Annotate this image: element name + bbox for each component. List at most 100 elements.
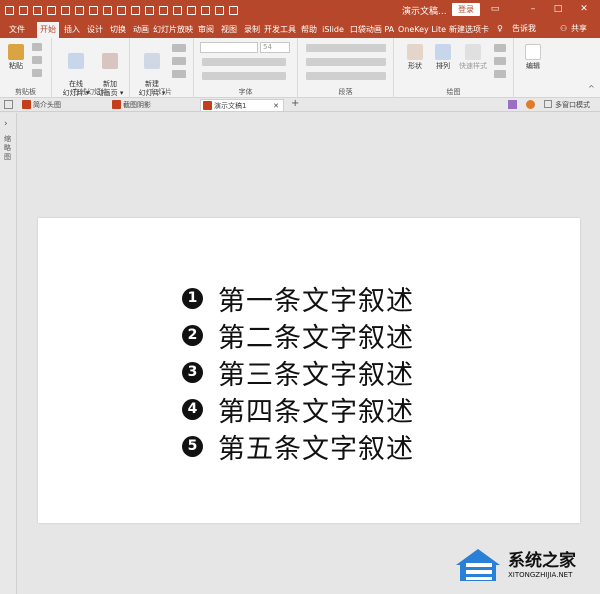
list-buttons[interactable] [306, 44, 386, 52]
share-button[interactable]: 共享 [571, 23, 587, 35]
font-color-buttons[interactable] [202, 72, 286, 80]
tell-me-search[interactable]: 告诉我 [512, 23, 536, 35]
crown-icon[interactable] [201, 5, 210, 15]
login-button[interactable]: 登录 [452, 3, 480, 16]
drawing-group: 形状 排列 快速样式 绘图 [394, 38, 514, 98]
ribbon-tabs: 文件 开始 插入 设计 切换 动画 幻灯片放映 审阅 视图 录制 开发工具 帮助… [0, 20, 600, 38]
add-tab-button[interactable]: + [291, 98, 299, 109]
editing-button[interactable]: 编辑 [520, 44, 546, 71]
shape-circle-icon[interactable] [159, 5, 168, 15]
alignment-buttons[interactable] [306, 58, 386, 66]
format-painter-icon[interactable] [32, 69, 42, 77]
title-bar: 演示文稿... 登录 ▭ – □ ✕ [0, 0, 600, 20]
maximize-button[interactable]: □ [552, 4, 564, 15]
align-icon[interactable] [145, 5, 154, 15]
save-icon[interactable] [5, 5, 14, 15]
reset-icon[interactable] [172, 57, 186, 65]
tab-record[interactable]: 录制 [242, 22, 262, 38]
customize-quick-access-icon[interactable] [229, 5, 238, 15]
new-slide-icon [144, 53, 160, 69]
cut-icon[interactable] [32, 43, 42, 51]
grid-icon[interactable] [187, 5, 196, 15]
number-badge: 2 [182, 324, 203, 346]
tab-transitions[interactable]: 切换 [108, 22, 128, 38]
arrange-button[interactable]: 排列 [430, 44, 456, 71]
new-document-icon[interactable] [4, 100, 13, 109]
document-title: 演示文稿... [402, 7, 447, 17]
table-icon[interactable] [103, 5, 112, 15]
tab-islide[interactable]: iSlide [321, 22, 345, 38]
layout-icon[interactable] [172, 44, 186, 52]
paste-icon[interactable] [215, 5, 224, 15]
paste-button[interactable]: 粘贴 [6, 44, 26, 71]
font-family-select[interactable] [200, 42, 258, 53]
window-icon [544, 100, 552, 108]
start-slideshow-icon[interactable] [47, 5, 56, 15]
quick-styles-button[interactable]: 快速样式 [456, 44, 490, 71]
undo-icon[interactable] [19, 5, 28, 15]
font-style-buttons[interactable] [202, 58, 286, 66]
list-item-text: 第四条文字叙述 [218, 396, 414, 428]
multi-window-mode-button[interactable]: 多窗口模式 [555, 99, 590, 111]
thumbnail-pane-label: 缩略图 [4, 135, 11, 161]
doc-tab-intro-header[interactable]: 简介头图 [20, 99, 106, 111]
tab-insert[interactable]: 插入 [62, 22, 82, 38]
format-painter-icon[interactable] [131, 5, 140, 15]
slides-group: 新建 幻灯片 ▾ 幻灯片 [130, 38, 194, 98]
number-badge: 5 [182, 435, 203, 457]
tab-home[interactable]: 开始 [37, 22, 59, 38]
settings-icon[interactable] [526, 100, 535, 109]
section-icon[interactable] [172, 70, 186, 78]
find-icon [525, 44, 541, 60]
shape-effects-icon[interactable] [494, 70, 506, 78]
tab-review[interactable]: 审阅 [196, 22, 216, 38]
font-size-select[interactable]: 54 [260, 42, 290, 53]
doc-tab-screenshot-shadow[interactable]: 截图阴影 [110, 99, 196, 111]
tab-new-tab[interactable]: 新建选项卡 [449, 22, 489, 38]
picture-icon[interactable] [117, 5, 126, 15]
paragraph-group: 段落 [298, 38, 394, 98]
watermark-url: XITONGZHIJIA.NET [508, 571, 573, 579]
plugin-icon[interactable] [508, 100, 517, 109]
font-group: 54 字体 [194, 38, 298, 98]
close-tab-icon[interactable]: ✕ [273, 100, 279, 112]
expand-thumbnails-icon[interactable]: › [4, 119, 8, 129]
ribbon-display-options-icon[interactable]: ▭ [489, 4, 501, 15]
online-slides-group: 在线 幻灯片 ▾ 新加 动画页 ▾ 在线幻灯片 [52, 38, 130, 98]
tab-pocket-animation[interactable]: 口袋动画 PA [349, 22, 395, 38]
tab-slideshow[interactable]: 幻灯片放映 [153, 22, 193, 38]
powerpoint-icon [112, 100, 121, 109]
shape-button[interactable]: 形状 [402, 44, 428, 71]
new-file-icon[interactable] [61, 5, 70, 15]
shape-fill-icon[interactable] [494, 44, 506, 52]
redo-icon[interactable] [33, 5, 42, 15]
quick-styles-icon [465, 44, 481, 60]
paragraph-group-label: 段落 [338, 88, 353, 96]
list-item-text: 第二条文字叙述 [218, 322, 414, 354]
doc-tab-presentation1[interactable]: 演示文稿1 ✕ [200, 99, 284, 111]
close-button[interactable]: ✕ [578, 4, 590, 15]
tab-developer[interactable]: 开发工具 [263, 22, 297, 38]
minimize-button[interactable]: – [527, 4, 539, 15]
share-icon[interactable]: ⚇ [560, 23, 567, 35]
online-slides-group-label: 在线幻灯片 [73, 88, 108, 96]
tab-onekey-lite[interactable]: OneKey Lite [398, 22, 446, 38]
tab-file[interactable]: 文件 [4, 22, 30, 38]
text-direction-buttons[interactable] [306, 72, 386, 80]
slide-canvas[interactable]: 1 第一条文字叙述 2 第二条文字叙述 3 第三条文字叙述 4 第四条文字叙述 … [38, 218, 580, 523]
tab-animations[interactable]: 动画 [131, 22, 151, 38]
powerpoint-icon [22, 100, 31, 109]
open-file-icon[interactable] [75, 5, 84, 15]
collapse-ribbon-icon[interactable]: ^ [588, 84, 595, 93]
number-badge: 1 [182, 287, 203, 309]
list-item-text: 第一条文字叙述 [218, 285, 414, 317]
tab-help[interactable]: 帮助 [299, 22, 319, 38]
watermark-logo-icon [456, 549, 500, 581]
ribbon: 粘贴 剪贴板 在线 幻灯片 ▾ 新加 动画页 ▾ 在线幻灯片 新建 幻灯片 ▾ … [0, 38, 600, 98]
print-icon[interactable] [89, 5, 98, 15]
tab-design[interactable]: 设计 [85, 22, 105, 38]
copy-icon[interactable] [173, 5, 182, 15]
shape-outline-icon[interactable] [494, 57, 506, 65]
copy-icon[interactable] [32, 56, 42, 64]
tab-view[interactable]: 视图 [219, 22, 239, 38]
